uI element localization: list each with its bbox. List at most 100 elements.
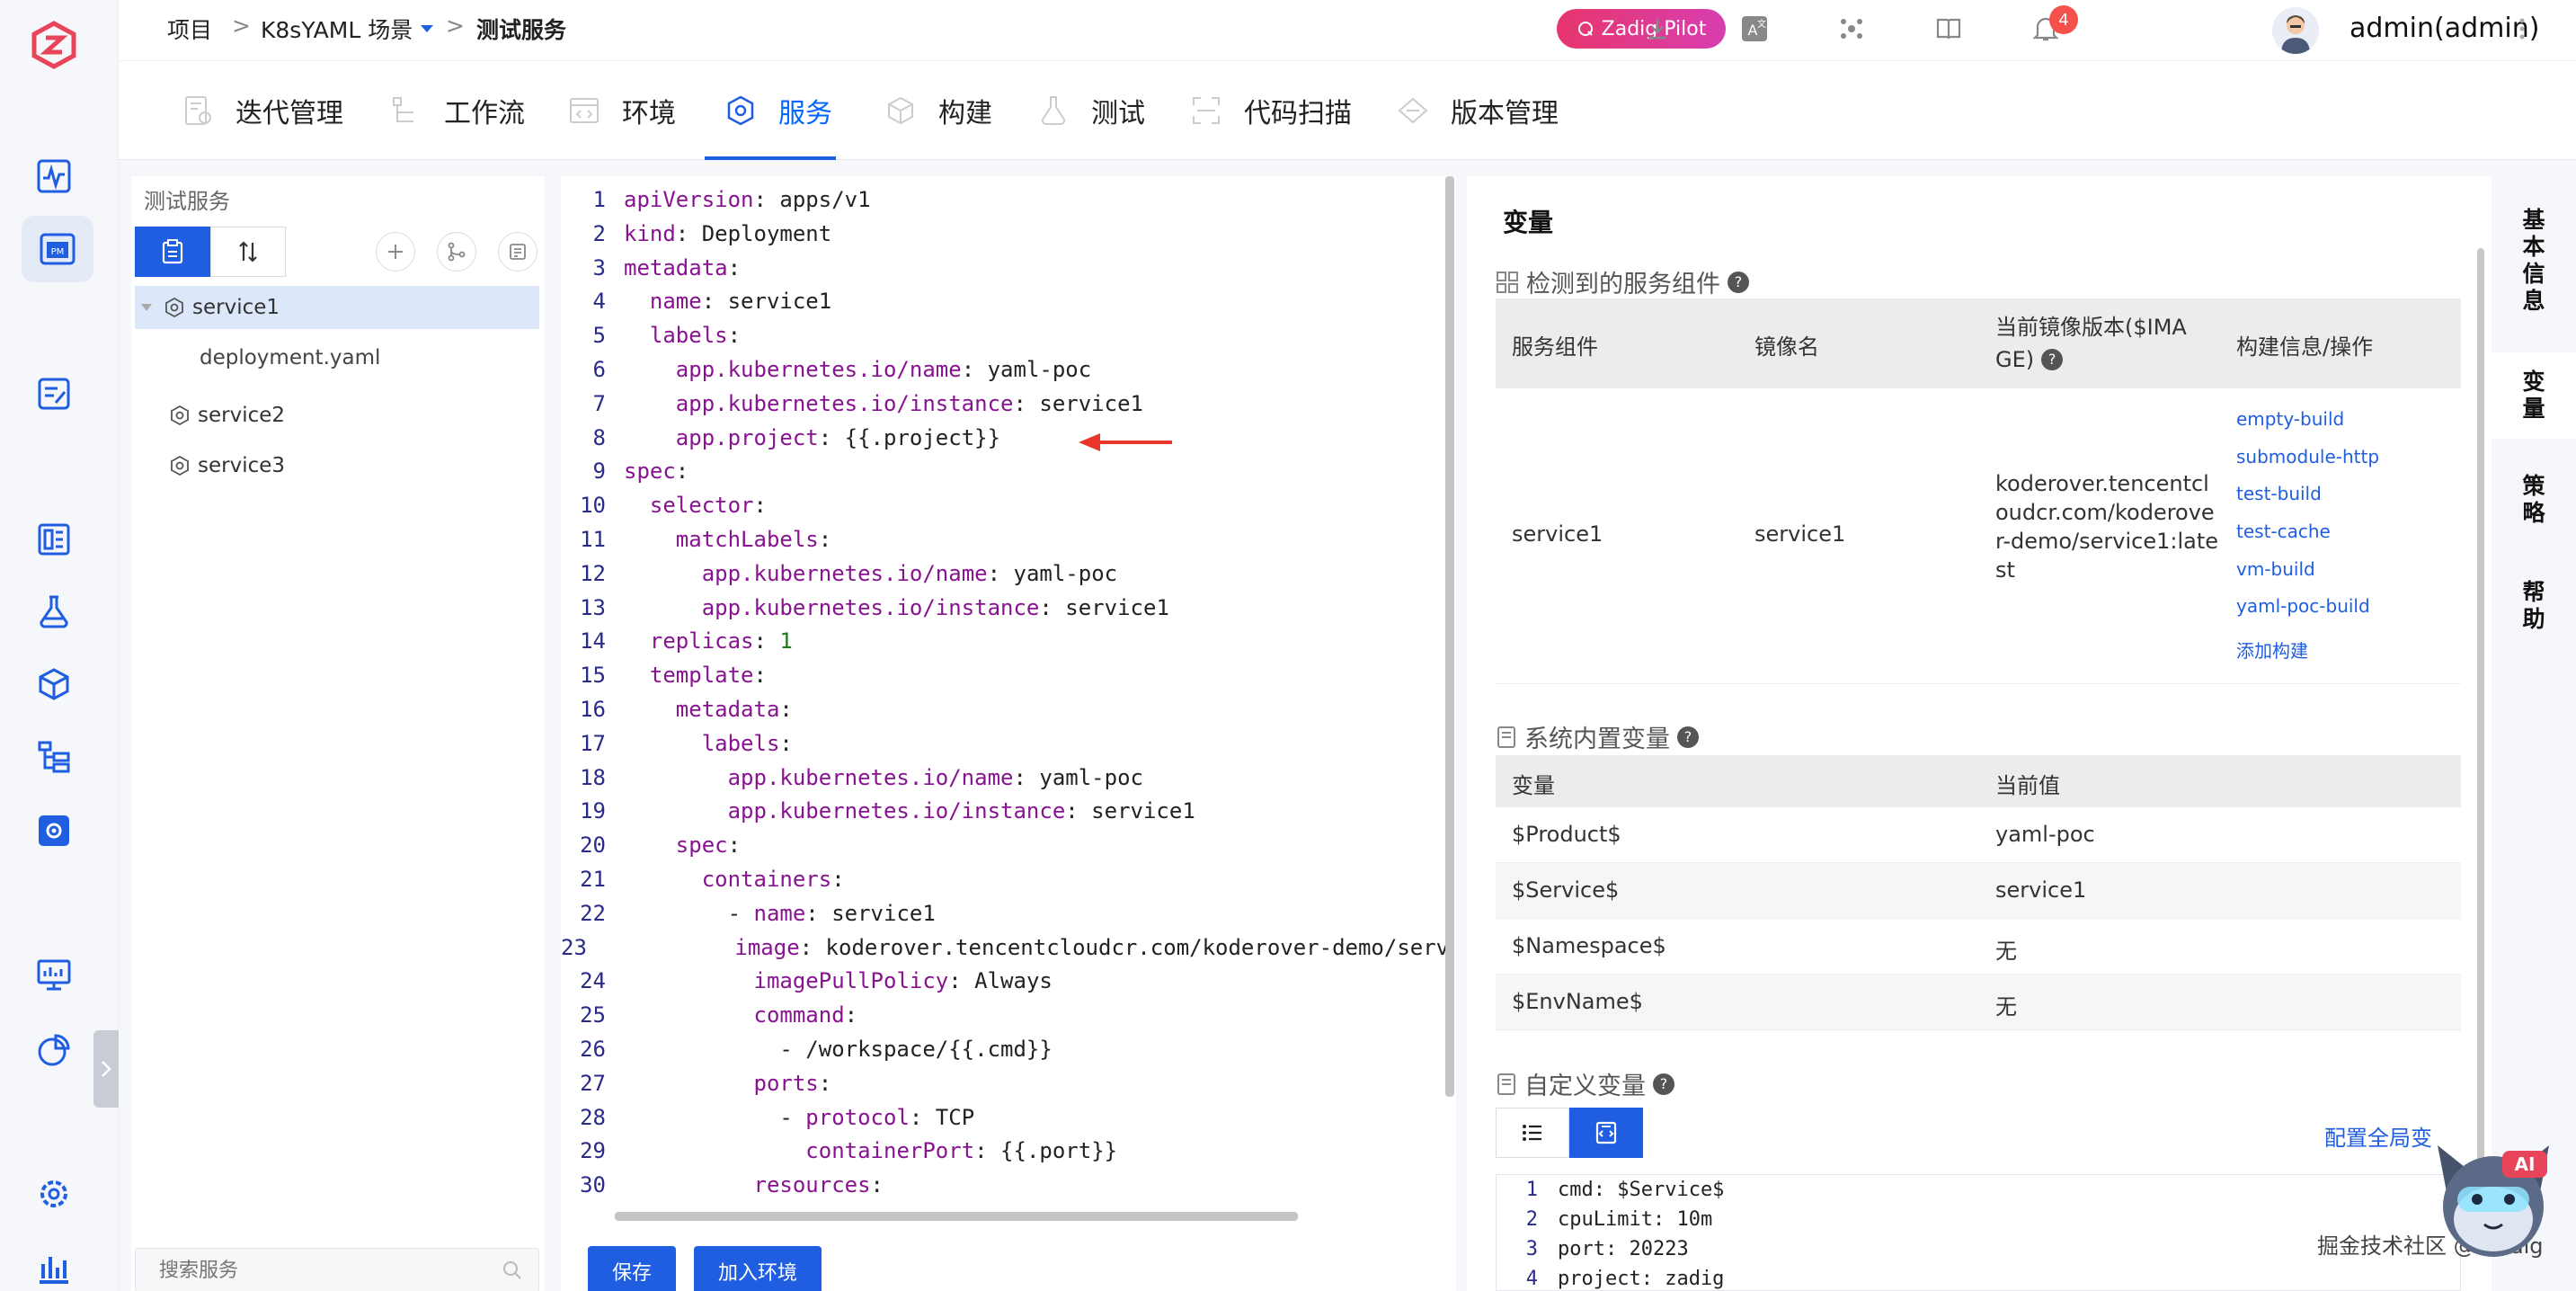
tab-variables[interactable]: 变量 — [2492, 352, 2576, 439]
plugins-icon[interactable] — [1835, 13, 1868, 45]
tab-version[interactable]: 版本管理 — [1397, 61, 1559, 160]
join-environment-button[interactable]: 加入环境 — [694, 1246, 822, 1291]
code-line[interactable]: 7 app.kubernetes.io/instance: service1 — [561, 387, 1449, 422]
build-link[interactable]: yaml-poc-build — [2236, 595, 2370, 617]
code-line[interactable]: 16 metadata: — [561, 693, 1449, 727]
code-line[interactable]: 3 metadata: — [561, 252, 1449, 286]
build-link[interactable]: vm-build — [2236, 558, 2315, 580]
code-line[interactable]: 2 kind: Deployment — [561, 218, 1449, 252]
code-line[interactable]: 13 app.kubernetes.io/instance: service1 — [561, 592, 1449, 626]
custom-var-line[interactable]: 2 cpuLimit: 10m — [1497, 1205, 2460, 1234]
code-line[interactable]: 18 app.kubernetes.io/name: yaml-poc — [561, 761, 1449, 796]
tab-test[interactable]: 测试 — [1037, 61, 1145, 160]
tab-help[interactable]: 帮助 — [2492, 579, 2576, 633]
data-overview-icon[interactable] — [31, 1244, 77, 1291]
custom-var-line[interactable]: 4 project: zadig — [1497, 1264, 2460, 1290]
code-line[interactable]: 6 app.kubernetes.io/name: yaml-poc — [561, 353, 1449, 387]
release-plan-icon[interactable] — [31, 370, 77, 417]
code-line[interactable]: 10 selector: — [561, 489, 1449, 523]
code-line[interactable]: 27 ports: — [561, 1067, 1449, 1101]
code-line[interactable]: 21 containers: — [561, 863, 1449, 897]
custom-var-line[interactable]: 3 port: 20223 — [1497, 1234, 2460, 1264]
list-view-button[interactable] — [135, 227, 210, 277]
project-management-icon[interactable]: PM — [22, 216, 93, 282]
template-library-icon[interactable] — [31, 516, 77, 563]
code-line[interactable]: 20 spec: — [561, 829, 1449, 863]
docs-icon[interactable] — [1932, 13, 1965, 45]
sort-button[interactable] — [210, 227, 286, 277]
template-import-button[interactable] — [498, 232, 537, 272]
help-icon[interactable]: ? — [1728, 271, 1749, 293]
code-line[interactable]: 1 apiVersion: apps/v1 — [561, 183, 1449, 218]
code-line[interactable]: 11 matchLabels: — [561, 523, 1449, 557]
code-line[interactable]: 23 image: koderover.tencentcloudcr.com/k… — [561, 931, 1449, 966]
statistics-icon[interactable] — [31, 1027, 77, 1073]
code-line[interactable]: 30 resources: — [561, 1169, 1449, 1203]
build-link[interactable]: empty-build — [2236, 408, 2344, 430]
save-button[interactable]: 保存 — [588, 1246, 676, 1291]
ai-assistant-mascot-icon[interactable]: AI — [2421, 1118, 2565, 1262]
tree-item-service1[interactable]: service1 — [135, 286, 539, 329]
add-service-button[interactable] — [376, 232, 415, 272]
editor-vertical-scrollbar[interactable] — [1445, 176, 1454, 1097]
zadig-logo-icon[interactable] — [29, 20, 79, 70]
editor-horizontal-scrollbar[interactable] — [615, 1212, 1298, 1221]
code-line[interactable]: 4 name: service1 — [561, 285, 1449, 319]
tab-build[interactable]: 构建 — [884, 61, 992, 160]
help-icon[interactable]: ? — [1653, 1073, 1674, 1095]
code-line[interactable]: 17 labels: — [561, 727, 1449, 761]
yaml-mode-button[interactable] — [1569, 1108, 1643, 1158]
monitor-icon[interactable] — [31, 951, 77, 998]
artifact-icon[interactable] — [31, 662, 77, 708]
help-icon[interactable]: ? — [2041, 349, 2064, 370]
download-icon[interactable] — [1641, 13, 1674, 45]
code-area[interactable]: 1 apiVersion: apps/v1 2 kind: Deployment 3 me… — [561, 183, 1449, 1208]
system-settings-icon[interactable] — [31, 1171, 77, 1217]
build-link[interactable]: test-cache — [2236, 521, 2331, 542]
list-mode-button[interactable] — [1496, 1108, 1569, 1158]
tree-item-deployment-yaml[interactable]: deployment.yaml — [135, 336, 539, 379]
breadcrumb-project[interactable]: 项目 — [167, 13, 212, 45]
variables-scrollbar[interactable] — [2477, 248, 2484, 1201]
more-vertical-icon[interactable] — [2506, 13, 2538, 45]
code-line[interactable]: 14 replicas: 1 — [561, 625, 1449, 659]
add-build-link[interactable]: 添加构建 — [2236, 637, 2308, 663]
dashboard-icon[interactable] — [31, 153, 77, 200]
code-line[interactable]: 15 template: — [561, 659, 1449, 693]
build-link[interactable]: test-build — [2236, 483, 2322, 504]
custom-variables-editor[interactable]: 1 cmd: $Service$ 2 cpuLimit: 10m 3 port: 2022… — [1496, 1174, 2461, 1291]
code-line[interactable]: 8 app.project: {{.project}} — [561, 422, 1449, 456]
code-line[interactable]: 9 spec: — [561, 455, 1449, 489]
code-line[interactable]: 25 command: — [561, 999, 1449, 1033]
build-link[interactable]: submodule-http — [2236, 446, 2379, 467]
tab-environment[interactable]: 环境 — [568, 61, 676, 160]
code-line[interactable]: 31 limits: — [561, 1203, 1449, 1208]
custom-var-line[interactable]: 1 cmd: $Service$ — [1497, 1175, 2460, 1205]
settings-box-icon[interactable] — [31, 807, 77, 854]
resource-config-icon[interactable] — [31, 734, 77, 780]
tab-workflow[interactable]: 工作流 — [390, 61, 525, 160]
code-line[interactable]: 22 - name: service1 — [561, 897, 1449, 931]
language-icon[interactable]: A文 — [1738, 13, 1771, 45]
code-line[interactable]: 28 - protocol: TCP — [561, 1101, 1449, 1135]
expand-sidebar-button[interactable] — [93, 1030, 119, 1108]
code-line[interactable]: 12 app.kubernetes.io/name: yaml-poc — [561, 557, 1449, 592]
test-center-icon[interactable] — [31, 588, 77, 635]
code-line[interactable]: 5 labels: — [561, 319, 1449, 353]
tab-iteration[interactable]: 迭代管理 — [182, 61, 343, 160]
tab-service[interactable]: 服务 — [724, 61, 832, 160]
help-icon[interactable]: ? — [1677, 726, 1699, 748]
code-line[interactable]: 19 app.kubernetes.io/instance: service1 — [561, 795, 1449, 829]
tab-policy[interactable]: 策略 — [2492, 473, 2576, 527]
tree-item-service2[interactable]: service2 — [135, 394, 539, 437]
tab-basic-info[interactable]: 基本信息 — [2492, 207, 2576, 315]
tab-code-scan[interactable]: 代码扫描 — [1190, 61, 1352, 160]
tree-item-service3[interactable]: service3 — [135, 444, 539, 487]
code-line[interactable]: 24 imagePullPolicy: Always — [561, 965, 1449, 999]
breadcrumb-scene[interactable]: K8sYAML 场景 — [261, 13, 434, 45]
code-line[interactable]: 29 containerPort: {{.port}} — [561, 1135, 1449, 1169]
git-import-button[interactable] — [437, 232, 476, 272]
avatar[interactable] — [2272, 7, 2319, 54]
service-search-input[interactable] — [159, 1259, 483, 1282]
code-line[interactable]: 26 - /workspace/{{.cmd}} — [561, 1033, 1449, 1067]
